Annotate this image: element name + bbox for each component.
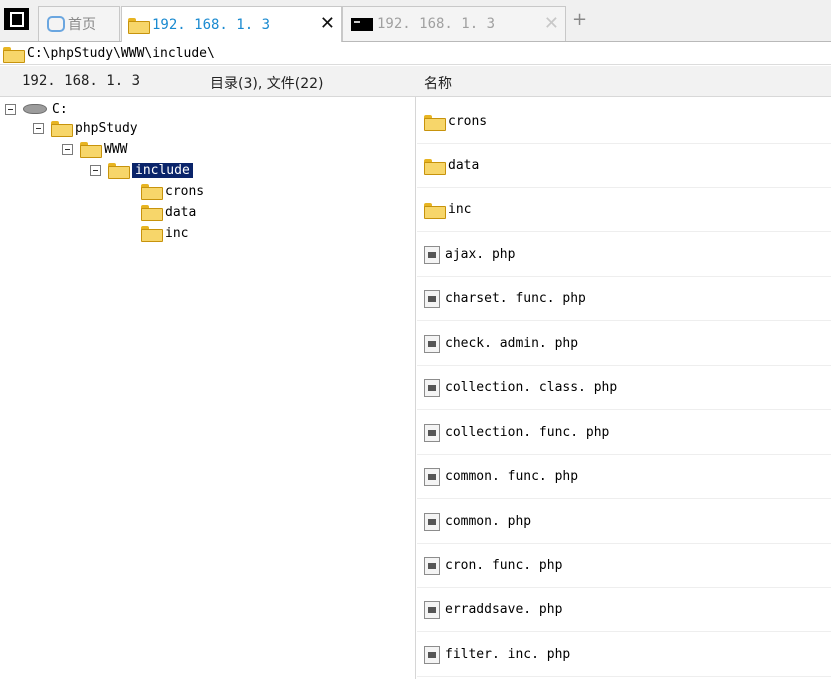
folder-open-icon	[108, 163, 130, 179]
host-label: 192. 168. 1. 3	[22, 73, 141, 89]
list-item[interactable]: data	[417, 144, 831, 188]
list-item[interactable]: cron. func. php	[417, 544, 831, 588]
tree-label: C:	[52, 101, 68, 117]
php-file-icon	[424, 378, 440, 397]
file-name: common. func. php	[445, 469, 579, 484]
close-icon[interactable]: ✕	[320, 13, 335, 34]
terminal-icon	[351, 17, 373, 31]
php-file-icon	[424, 334, 440, 353]
folder-icon	[424, 202, 446, 219]
file-name: crons	[448, 114, 488, 129]
php-file-icon	[424, 423, 440, 442]
directory-tree: C: phpStudy WWW include crons data inc	[0, 97, 416, 679]
file-name: charset. func. php	[445, 291, 586, 306]
php-file-icon	[424, 556, 440, 575]
file-name: ajax. php	[445, 247, 516, 262]
collapse-icon[interactable]	[33, 122, 44, 134]
list-item[interactable]: collection. class. php	[417, 366, 831, 410]
php-file-icon	[424, 512, 440, 531]
collapse-icon[interactable]	[62, 143, 73, 155]
drive-icon	[23, 104, 47, 114]
tree-label: inc	[165, 225, 189, 241]
tree-node-www[interactable]: WWW	[62, 139, 127, 159]
folder-icon	[51, 121, 73, 137]
list-item[interactable]: collection. func. php	[417, 411, 831, 455]
list-item[interactable]: common. func. php	[417, 455, 831, 499]
list-item[interactable]: inc	[417, 188, 831, 232]
tree-node-crons[interactable]: crons	[141, 181, 204, 201]
list-item[interactable]: charset. func. php	[417, 277, 831, 321]
collapse-icon[interactable]	[90, 164, 101, 176]
tab-terminal-label: 192. 168. 1. 3	[377, 16, 496, 32]
file-name: inc	[448, 202, 472, 217]
file-name: cron. func. php	[445, 558, 563, 573]
tree-label: data	[165, 204, 197, 220]
tree-label: phpStudy	[75, 120, 138, 136]
tree-label-selected: include	[132, 162, 193, 178]
folder-icon	[80, 142, 102, 158]
home-icon	[47, 16, 65, 32]
tree-node-drive[interactable]: C:	[5, 99, 68, 119]
name-column-header[interactable]: 名称	[424, 73, 452, 93]
list-item[interactable]: erraddsave. php	[417, 588, 831, 632]
dir-file-count: 目录(3), 文件(22)	[210, 76, 324, 92]
folder-icon	[141, 205, 163, 221]
tab-home-label: 首页	[68, 17, 96, 33]
folder-icon	[141, 226, 163, 242]
file-name: collection. func. php	[445, 425, 610, 440]
php-file-icon	[424, 467, 440, 486]
folder-icon	[141, 184, 163, 200]
php-file-icon	[424, 600, 440, 619]
tree-node-include[interactable]: include	[90, 160, 193, 180]
tree-node-data[interactable]: data	[141, 202, 196, 222]
tab-file-manager[interactable]: 192. 168. 1. 3 ✕	[121, 6, 342, 42]
file-name: filter. inc. php	[445, 647, 571, 662]
path-bar[interactable]: C:\phpStudy\WWW\include\	[0, 43, 831, 65]
file-name: check. admin. php	[445, 336, 579, 351]
list-item[interactable]: filter. inc. php	[417, 633, 831, 677]
file-name: erraddsave. php	[445, 602, 563, 617]
list-item[interactable]: ajax. php	[417, 233, 831, 277]
php-file-icon	[424, 645, 440, 664]
tab-home[interactable]: 首页	[38, 6, 120, 41]
tab-terminal[interactable]: 192. 168. 1. 3 ✕	[342, 6, 566, 41]
folder-icon	[128, 17, 150, 34]
tree-node-phpstudy[interactable]: phpStudy	[33, 118, 138, 138]
tab-bar: 首页 192. 168. 1. 3 ✕ 192. 168. 1. 3 ✕ +	[0, 0, 831, 42]
add-tab-button[interactable]: +	[572, 9, 587, 30]
tab-file-manager-label: 192. 168. 1. 3	[152, 16, 271, 33]
list-header: 192. 168. 1. 3 目录(3), 文件(22) 名称	[0, 66, 831, 97]
tree-label: WWW	[104, 141, 128, 157]
list-item[interactable]: common. php	[417, 500, 831, 544]
collapse-icon[interactable]	[5, 103, 16, 115]
list-item[interactable]: crons	[417, 100, 831, 144]
file-name: common. php	[445, 514, 532, 529]
folder-icon	[424, 114, 446, 131]
file-name: data	[448, 158, 480, 173]
php-file-icon	[424, 245, 440, 264]
php-file-icon	[424, 289, 440, 308]
folder-icon	[424, 158, 446, 175]
tree-node-inc[interactable]: inc	[141, 223, 188, 243]
folder-icon	[3, 46, 25, 63]
app-menu-button[interactable]	[4, 8, 29, 30]
file-list: crons data inc ajax. php charset. func. …	[417, 97, 831, 679]
list-item[interactable]: check. admin. php	[417, 322, 831, 366]
close-icon[interactable]: ✕	[544, 13, 559, 34]
tree-label: crons	[165, 183, 205, 199]
current-path: C:\phpStudy\WWW\include\	[27, 46, 215, 61]
file-name: collection. class. php	[445, 380, 618, 395]
